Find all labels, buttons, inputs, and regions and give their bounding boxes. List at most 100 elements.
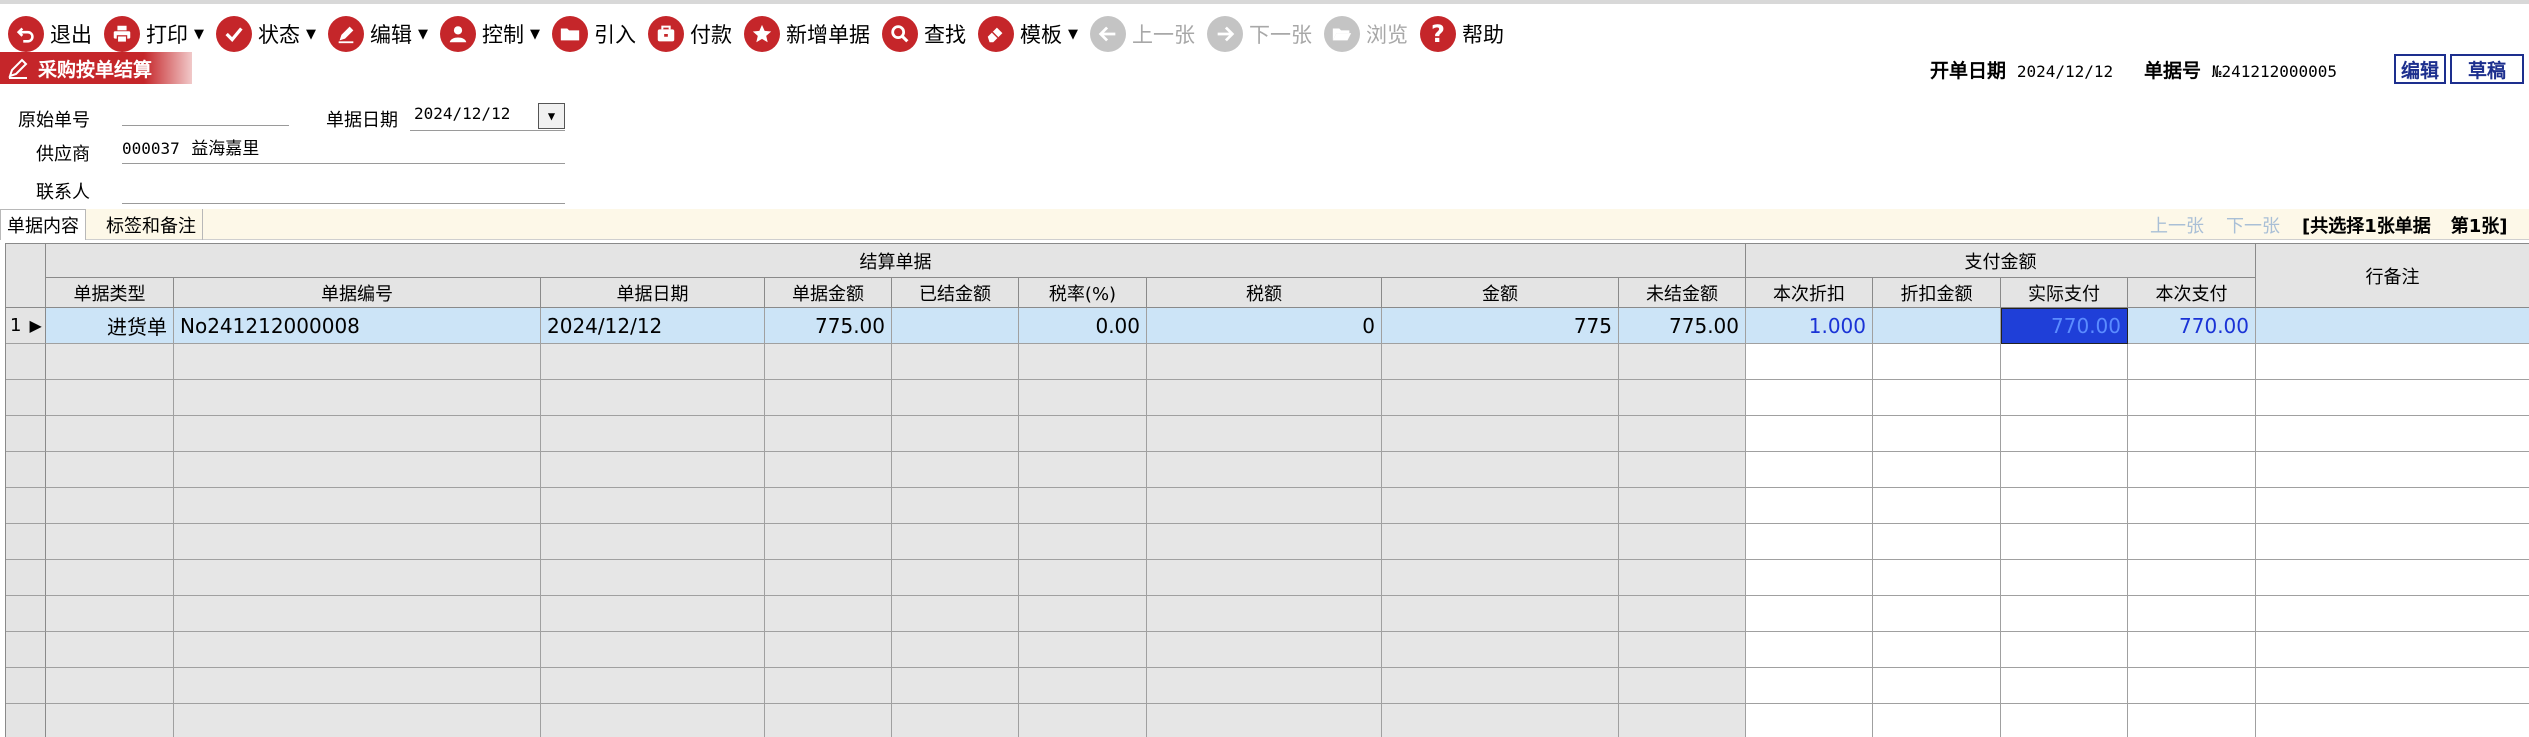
cell-money[interactable]: 775 — [1382, 308, 1619, 344]
cell-tax-rate[interactable] — [1019, 560, 1147, 596]
cell-doc-amount[interactable] — [765, 380, 892, 416]
cell-this-discount[interactable] — [1746, 344, 1873, 380]
cell-unsettled-amount[interactable] — [1619, 380, 1746, 416]
cell-doc-no[interactable] — [174, 380, 541, 416]
cell-doc-date[interactable] — [541, 416, 765, 452]
cell-row-remark[interactable] — [2256, 524, 2529, 560]
edit-button[interactable]: 编辑 ▼ — [328, 14, 428, 54]
cell-discount-amount[interactable] — [1873, 560, 2001, 596]
cell-doc-amount[interactable] — [765, 560, 892, 596]
row-header[interactable] — [6, 596, 46, 632]
cell-unsettled-amount[interactable] — [1619, 596, 1746, 632]
status-button[interactable]: 状态 ▼ — [216, 14, 316, 54]
cell-doc-date[interactable] — [541, 596, 765, 632]
cell-doc-no[interactable] — [174, 668, 541, 704]
cell-money[interactable] — [1382, 380, 1619, 416]
cell-this-discount[interactable] — [1746, 416, 1873, 452]
cell-money[interactable] — [1382, 668, 1619, 704]
row-header[interactable] — [6, 452, 46, 488]
column-header-tax-rate[interactable]: 税率(%) — [1019, 278, 1147, 308]
cell-this-discount[interactable] — [1746, 560, 1873, 596]
cell-this-payment[interactable] — [2128, 560, 2256, 596]
cell-discount-amount[interactable] — [1873, 452, 2001, 488]
tab-document-content[interactable]: 单据内容 — [0, 209, 86, 240]
cell-discount-amount[interactable] — [1873, 488, 2001, 524]
cell-discount-amount[interactable] — [1873, 596, 2001, 632]
cell-doc-no[interactable] — [174, 596, 541, 632]
cell-tax-rate[interactable] — [1019, 344, 1147, 380]
cell-doc-type[interactable] — [46, 560, 174, 596]
doc-date-input[interactable]: 2024/12/12 ▼ — [410, 101, 565, 131]
cell-this-discount[interactable]: 1.000 — [1746, 308, 1873, 344]
cell-doc-amount[interactable] — [765, 344, 892, 380]
column-header-settled-amount[interactable]: 已结金额 — [892, 278, 1019, 308]
control-button[interactable]: 控制 ▼ — [440, 14, 540, 54]
cell-tax[interactable] — [1147, 380, 1382, 416]
cell-actual-payment[interactable] — [2001, 488, 2128, 524]
cell-this-discount[interactable] — [1746, 380, 1873, 416]
cell-row-remark[interactable] — [2256, 344, 2529, 380]
cell-discount-amount[interactable] — [1873, 632, 2001, 668]
help-button[interactable]: ? 帮助 — [1420, 14, 1504, 54]
cell-doc-type[interactable] — [46, 416, 174, 452]
cell-doc-no[interactable] — [174, 488, 541, 524]
cell-actual-payment[interactable] — [2001, 344, 2128, 380]
cell-row-remark[interactable] — [2256, 560, 2529, 596]
cell-doc-amount[interactable] — [765, 524, 892, 560]
column-header-doc-amount[interactable]: 单据金额 — [765, 278, 892, 308]
browse-button[interactable]: 浏览 — [1324, 14, 1408, 54]
cell-doc-no[interactable] — [174, 344, 541, 380]
tab-tags-remarks[interactable]: 标签和备注 — [100, 209, 203, 240]
cell-tax[interactable] — [1147, 560, 1382, 596]
row-header[interactable] — [6, 668, 46, 704]
cell-row-remark[interactable] — [2256, 704, 2529, 737]
cell-discount-amount[interactable] — [1873, 344, 2001, 380]
cell-tax-rate[interactable] — [1019, 704, 1147, 737]
column-header-discount-amount[interactable]: 折扣金额 — [1873, 278, 2001, 308]
cell-unsettled-amount[interactable] — [1619, 632, 1746, 668]
cell-money[interactable] — [1382, 416, 1619, 452]
cell-doc-amount[interactable] — [765, 668, 892, 704]
cell-this-payment[interactable] — [2128, 596, 2256, 632]
cell-tax[interactable] — [1147, 416, 1382, 452]
column-header-row-remark[interactable]: 行备注 — [2256, 244, 2529, 308]
cell-this-discount[interactable] — [1746, 488, 1873, 524]
cell-this-payment[interactable]: 770.00 — [2128, 308, 2256, 344]
exit-button[interactable]: 退出 — [8, 14, 92, 54]
cell-unsettled-amount[interactable] — [1619, 452, 1746, 488]
cell-actual-payment[interactable] — [2001, 524, 2128, 560]
import-button[interactable]: 引入 — [552, 14, 636, 54]
cell-doc-no[interactable] — [174, 452, 541, 488]
column-header-doc-no[interactable]: 单据编号 — [174, 278, 541, 308]
supplier-field[interactable]: 000037 益海嘉里 — [122, 134, 565, 164]
cell-money[interactable] — [1382, 452, 1619, 488]
row-header[interactable] — [6, 344, 46, 380]
cell-settled-amount[interactable] — [892, 452, 1019, 488]
cell-row-remark[interactable] — [2256, 308, 2529, 344]
pager-prev[interactable]: 上一张 — [2150, 212, 2204, 238]
cell-this-discount[interactable] — [1746, 704, 1873, 737]
cell-tax-rate[interactable] — [1019, 452, 1147, 488]
cell-settled-amount[interactable] — [892, 416, 1019, 452]
cell-discount-amount[interactable] — [1873, 308, 2001, 344]
cell-unsettled-amount[interactable] — [1619, 416, 1746, 452]
cell-doc-type[interactable] — [46, 596, 174, 632]
cell-this-payment[interactable] — [2128, 416, 2256, 452]
cell-doc-amount[interactable] — [765, 596, 892, 632]
cell-doc-amount[interactable]: 775.00 — [765, 308, 892, 344]
cell-doc-date[interactable] — [541, 488, 765, 524]
cell-this-payment[interactable] — [2128, 488, 2256, 524]
cell-actual-payment[interactable] — [2001, 416, 2128, 452]
cell-actual-payment[interactable] — [2001, 596, 2128, 632]
cell-tax[interactable] — [1147, 488, 1382, 524]
column-header-money[interactable]: 金额 — [1382, 278, 1619, 308]
cell-doc-type[interactable] — [46, 704, 174, 737]
cell-tax-rate[interactable] — [1019, 632, 1147, 668]
row-header[interactable] — [6, 632, 46, 668]
print-button[interactable]: 打印 ▼ — [104, 14, 204, 54]
cell-tax-rate[interactable] — [1019, 380, 1147, 416]
column-header-doc-date[interactable]: 单据日期 — [541, 278, 765, 308]
pay-button[interactable]: 付款 — [648, 14, 732, 54]
cell-discount-amount[interactable] — [1873, 668, 2001, 704]
cell-tax-rate[interactable] — [1019, 524, 1147, 560]
